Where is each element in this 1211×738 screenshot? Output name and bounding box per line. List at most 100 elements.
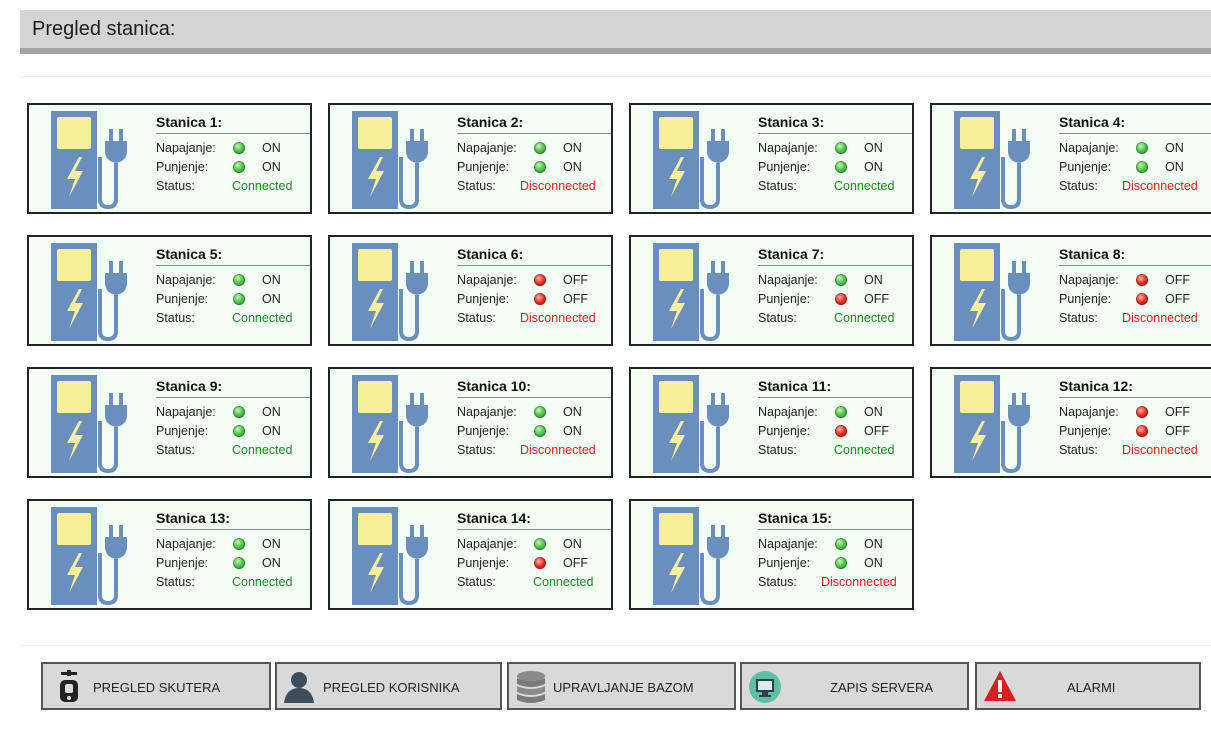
napajanje-value: ON [563,537,582,551]
charging-station-icon [350,371,444,476]
charging-station-icon [49,503,143,608]
connection-status: Connected [834,179,895,193]
station-title: Stanica 2: [457,114,611,134]
charging-station-icon [952,107,1046,212]
punjenje-label: Punjenje: [156,292,209,306]
punjenje-label: Punjenje: [1059,424,1112,438]
station-card[interactable]: Stanica 7: Napajanje: ON Punjenje: OFF S… [629,235,914,346]
status-led-green-icon [835,161,847,173]
station-card[interactable]: Stanica 10: Napajanje: ON Punjenje: ON S… [328,367,613,478]
punjenje-label: Punjenje: [156,556,209,570]
status-led-green-icon [534,142,546,154]
napajanje-label: Napajanje: [758,273,818,287]
punjenje-value: OFF [563,292,588,306]
warning-icon [983,670,1017,707]
station-card[interactable]: Stanica 3: Napajanje: ON Punjenje: ON St… [629,103,914,214]
station-card[interactable]: Stanica 9: Napajanje: ON Punjenje: ON St… [27,367,312,478]
station-card[interactable]: Stanica 15: Napajanje: ON Punjenje: ON S… [629,499,914,610]
connection-status: Connected [232,443,293,457]
punjenje-label: Punjenje: [758,424,811,438]
station-title: Stanica 8: [1059,246,1211,266]
napajanje-value: ON [262,273,281,287]
status-led-green-icon [835,557,847,569]
punjenje-label: Punjenje: [457,160,510,174]
status-led-green-icon [534,538,546,550]
connection-status: Disconnected [1122,179,1198,193]
charging-station-icon [49,107,143,212]
status-led-green-icon [233,274,245,286]
station-card[interactable]: Stanica 1: Napajanje: ON Punjenje: ON St… [27,103,312,214]
status-led-red-icon [1136,293,1148,305]
napajanje-label: Napajanje: [1059,405,1119,419]
page-header: Pregled stanica: [20,10,1211,54]
station-title: Stanica 15: [758,510,912,530]
punjenje-label: Punjenje: [156,424,209,438]
nav-button-upravljanje-bazom[interactable]: UPRAVLJANJE BAZOM [507,662,736,710]
punjenje-value: ON [262,160,281,174]
napajanje-label: Napajanje: [156,537,216,551]
station-title: Stanica 11: [758,378,912,398]
nav-button-zapis-servera[interactable]: ZAPIS SERVERA [740,662,969,710]
station-card[interactable]: Stanica 11: Napajanje: ON Punjenje: OFF … [629,367,914,478]
station-card[interactable]: Stanica 14: Napajanje: ON Punjenje: OFF … [328,499,613,610]
status-led-green-icon [835,142,847,154]
punjenje-label: Punjenje: [758,556,811,570]
connection-status: Connected [533,575,594,589]
station-card[interactable]: Stanica 5: Napajanje: ON Punjenje: ON St… [27,235,312,346]
nav-button-alarmi[interactable]: ALARMI [975,662,1201,710]
nav-button-pregled-skutera[interactable]: PREGLED SKUTERA [41,662,271,710]
napajanje-label: Napajanje: [457,537,517,551]
status-label: Status: [1059,311,1098,325]
punjenje-label: Punjenje: [1059,292,1112,306]
punjenje-value: OFF [864,292,889,306]
napajanje-value: ON [262,141,281,155]
station-title: Stanica 14: [457,510,611,530]
divider [20,76,1211,77]
napajanje-value: ON [262,405,281,419]
status-led-green-icon [534,406,546,418]
station-card[interactable]: Stanica 2: Napajanje: ON Punjenje: ON St… [328,103,613,214]
connection-status: Disconnected [821,575,897,589]
status-label: Status: [1059,179,1098,193]
station-card[interactable]: Stanica 4: Napajanje: ON Punjenje: ON St… [930,103,1211,214]
napajanje-value: OFF [563,273,588,287]
status-led-red-icon [835,293,847,305]
charging-station-icon [952,239,1046,344]
status-led-green-icon [1136,161,1148,173]
connection-status: Disconnected [1122,311,1198,325]
napajanje-label: Napajanje: [758,141,818,155]
connection-status: Disconnected [1122,443,1198,457]
charging-station-icon [49,371,143,476]
station-card[interactable]: Stanica 6: Napajanje: OFF Punjenje: OFF … [328,235,613,346]
nav-button-pregled-korisnika[interactable]: PREGLED KORISNIKA [275,662,502,710]
punjenje-value: OFF [563,556,588,570]
status-label: Status: [758,575,797,589]
charging-station-icon [350,503,444,608]
status-label: Status: [457,311,496,325]
napajanje-value: ON [563,141,582,155]
napajanje-label: Napajanje: [156,273,216,287]
monitor-icon [748,670,782,709]
status-led-green-icon [534,161,546,173]
status-led-red-icon [1136,406,1148,418]
nav-button-label: UPRAVLJANJE BAZOM [553,680,694,695]
status-label: Status: [457,575,496,589]
charging-station-icon [350,107,444,212]
connection-status: Connected [232,311,293,325]
station-card[interactable]: Stanica 8: Napajanje: OFF Punjenje: OFF … [930,235,1211,346]
punjenje-label: Punjenje: [156,160,209,174]
punjenje-value: ON [563,160,582,174]
napajanje-label: Napajanje: [457,141,517,155]
punjenje-label: Punjenje: [457,292,510,306]
punjenje-value: OFF [1165,292,1190,306]
status-label: Status: [1059,443,1098,457]
napajanje-value: ON [1165,141,1184,155]
station-title: Stanica 3: [758,114,912,134]
status-led-green-icon [835,538,847,550]
punjenje-label: Punjenje: [758,292,811,306]
nav-button-label: PREGLED SKUTERA [93,680,221,695]
station-card[interactable]: Stanica 12: Napajanje: OFF Punjenje: OFF… [930,367,1211,478]
status-led-red-icon [1136,274,1148,286]
station-card[interactable]: Stanica 13: Napajanje: ON Punjenje: ON S… [27,499,312,610]
napajanje-label: Napajanje: [758,405,818,419]
